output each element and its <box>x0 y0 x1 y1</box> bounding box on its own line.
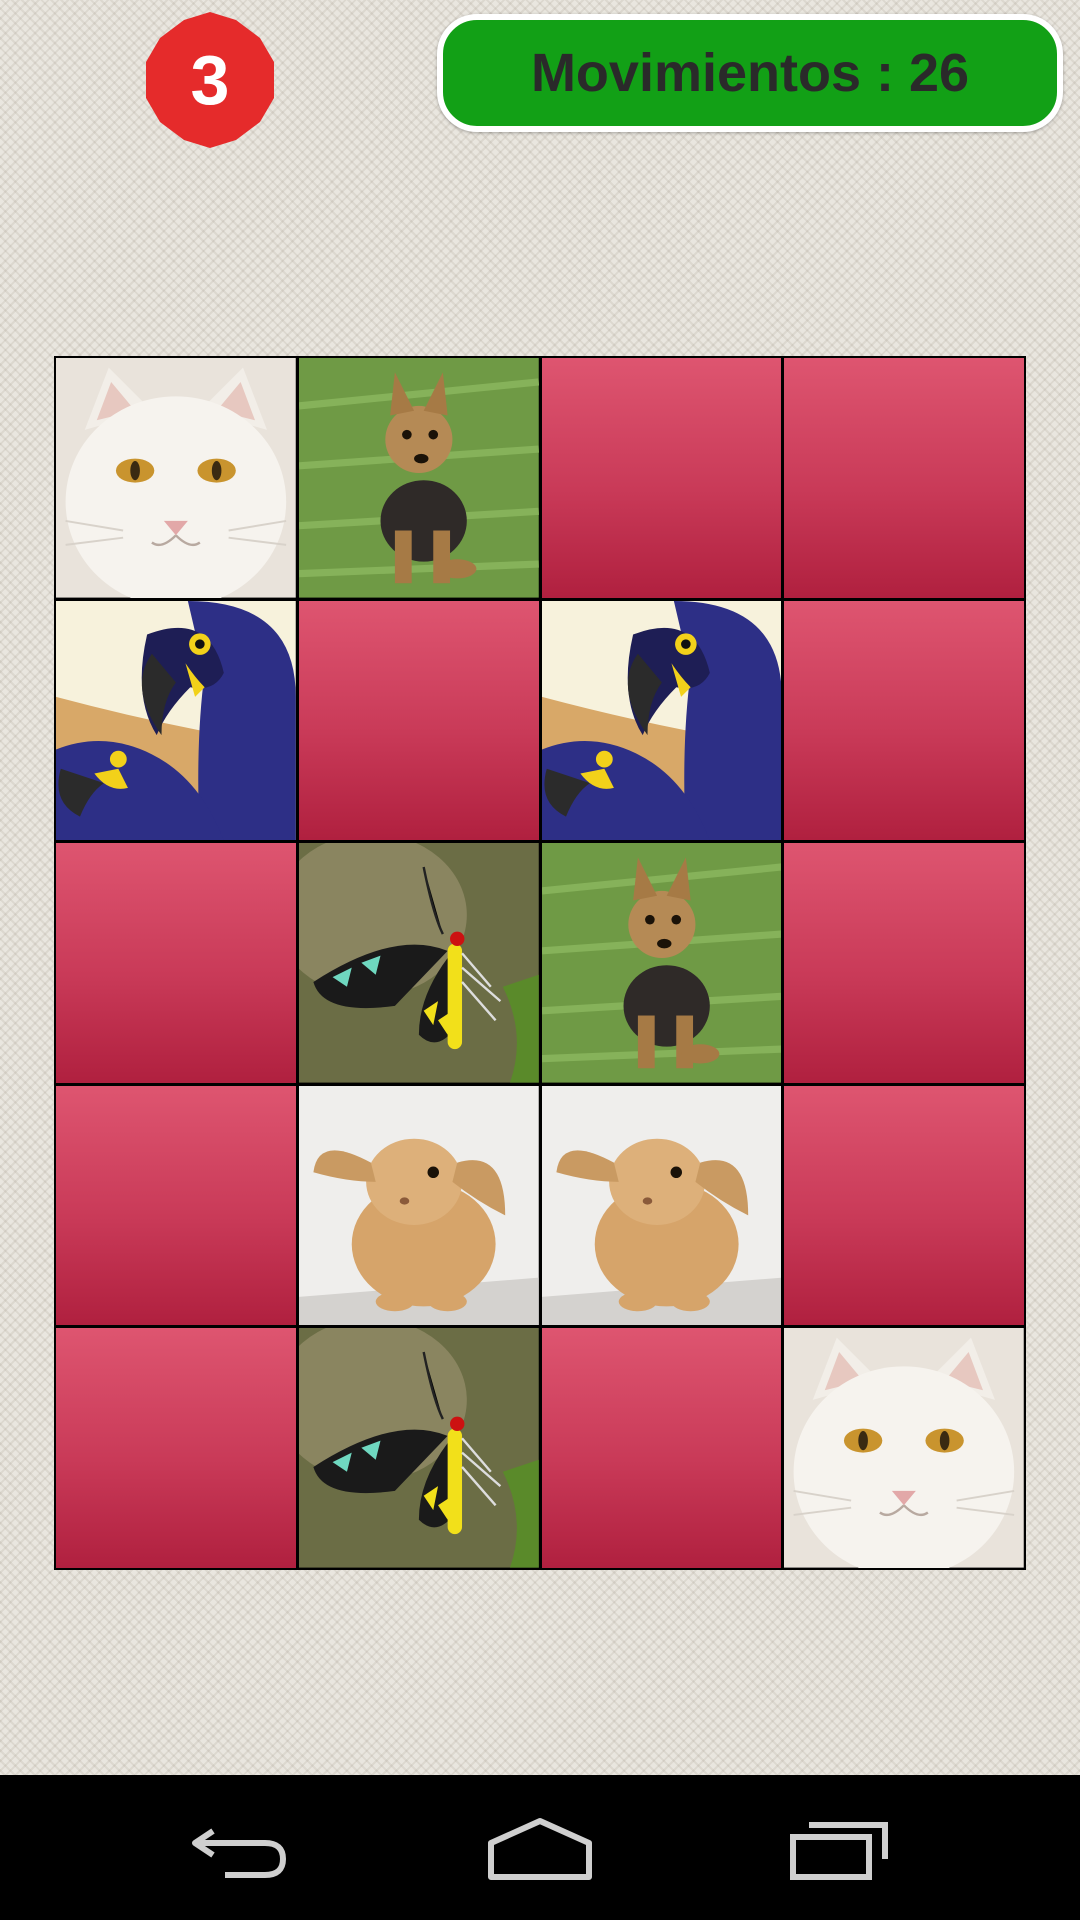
card-rabbit[interactable] <box>541 1085 782 1326</box>
dog-image <box>298 358 539 598</box>
card-facedown[interactable] <box>541 1328 782 1568</box>
card-facedown[interactable] <box>56 1085 296 1326</box>
parrot-image <box>56 600 296 841</box>
butterfly-image <box>298 843 539 1083</box>
butterfly-image <box>298 1328 539 1568</box>
card-cat[interactable] <box>56 358 296 598</box>
recents-button[interactable] <box>740 1775 940 1920</box>
card-dog[interactable] <box>541 843 782 1083</box>
moves-label: Movimientos <box>530 43 861 103</box>
dog-image <box>541 843 782 1083</box>
card-facedown[interactable] <box>784 1085 1024 1326</box>
card-facedown[interactable] <box>298 600 539 841</box>
memory-board <box>54 356 1026 1570</box>
card-butterfly[interactable] <box>298 1328 539 1568</box>
rabbit-image <box>298 1085 539 1326</box>
cat-image <box>784 1328 1024 1568</box>
card-butterfly[interactable] <box>298 843 539 1083</box>
card-facedown[interactable] <box>784 843 1024 1083</box>
card-parrot[interactable] <box>541 600 782 841</box>
moves-separator: : <box>860 43 909 103</box>
moves-counter: Movimientos : 26 <box>437 14 1063 132</box>
card-facedown[interactable] <box>56 1328 296 1568</box>
level-badge: 3 <box>140 10 280 150</box>
system-navbar <box>0 1775 1080 1920</box>
card-facedown[interactable] <box>56 843 296 1083</box>
card-facedown[interactable] <box>784 358 1024 598</box>
card-parrot[interactable] <box>56 600 296 841</box>
card-dog[interactable] <box>298 358 539 598</box>
recents-icon <box>790 1821 888 1880</box>
rabbit-image <box>541 1085 782 1326</box>
home-icon <box>488 1817 592 1880</box>
card-facedown[interactable] <box>784 600 1024 841</box>
card-rabbit[interactable] <box>298 1085 539 1326</box>
back-icon <box>192 1828 287 1878</box>
moves-count: 26 <box>908 43 970 103</box>
card-facedown[interactable] <box>541 358 782 598</box>
cat-image <box>56 358 296 598</box>
parrot-image <box>541 600 782 841</box>
level-number: 3 <box>190 41 230 119</box>
card-cat[interactable] <box>784 1328 1024 1568</box>
back-button[interactable] <box>140 1775 340 1920</box>
home-button[interactable] <box>440 1775 640 1920</box>
